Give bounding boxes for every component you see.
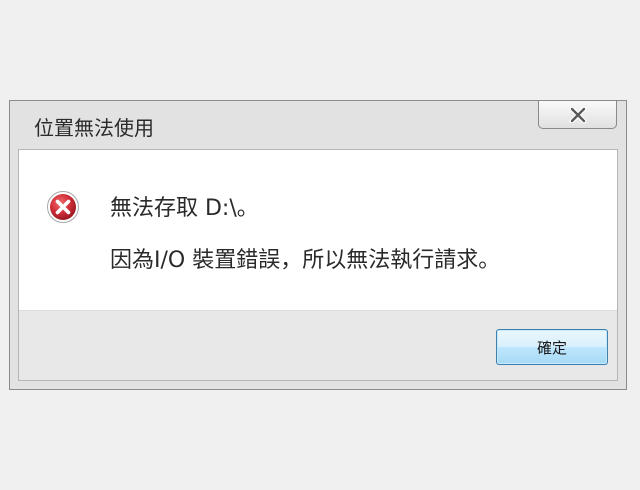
content-frame: 無法存取 D:\。 因為I/O 裝置錯誤，所以無法執行請求。 確定 <box>18 149 618 381</box>
ok-button[interactable]: 確定 <box>496 329 608 365</box>
message-area: 無法存取 D:\。 因為I/O 裝置錯誤，所以無法執行請求。 <box>19 150 617 311</box>
error-dialog: 位置無法使用 無法存取 D:\。 因為I/O 裝置錯誤，所以無法執行請求。 確定 <box>9 100 627 390</box>
error-message-primary: 無法存取 D:\。 <box>110 196 259 221</box>
error-icon <box>47 191 79 223</box>
dialog-title: 位置無法使用 <box>34 116 154 140</box>
close-icon <box>569 106 586 123</box>
close-button[interactable] <box>538 101 617 129</box>
title-bar[interactable]: 位置無法使用 <box>10 101 626 147</box>
error-message-detail: 因為I/O 裝置錯誤，所以無法執行請求。 <box>110 248 501 273</box>
